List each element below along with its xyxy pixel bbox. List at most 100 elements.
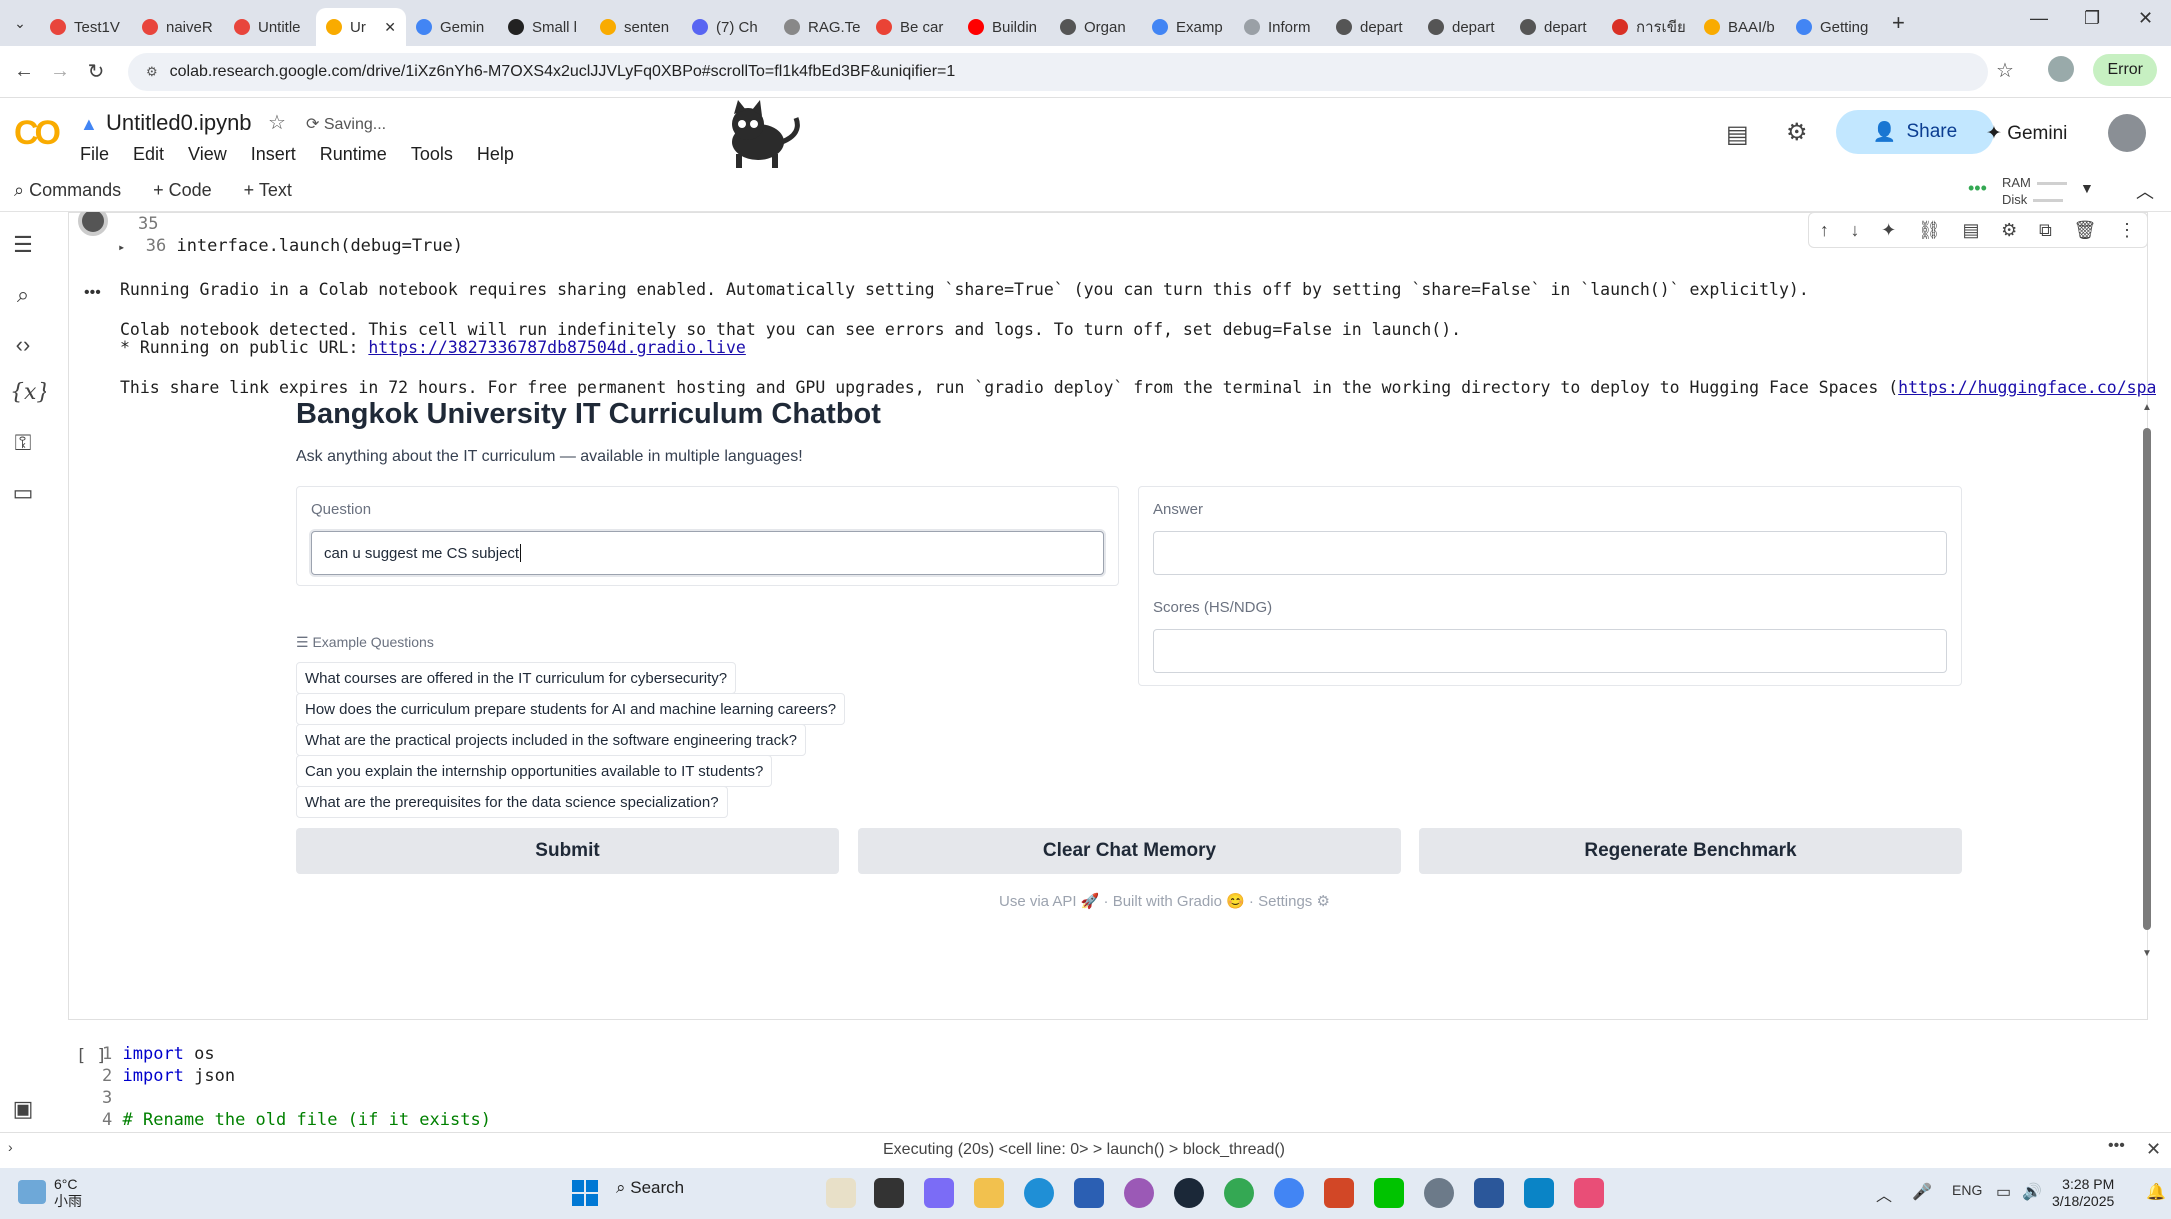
close-window-icon[interactable]: ✕ — [2138, 8, 2153, 29]
reload-icon[interactable]: ↻ — [78, 59, 114, 84]
taskbar-app-icon[interactable] — [826, 1178, 856, 1208]
notification-bell-icon[interactable]: 🔔 — [2146, 1182, 2166, 1202]
terminal-icon[interactable]: ▣ — [10, 1096, 36, 1122]
minimize-icon[interactable]: — — [2030, 8, 2048, 29]
edge-icon[interactable] — [1024, 1178, 1054, 1208]
browser-tab[interactable]: Gemin — [406, 8, 498, 46]
gemini-button[interactable]: ✦ Gemini — [1986, 122, 2067, 145]
line-icon[interactable] — [1374, 1178, 1404, 1208]
collapse-header-icon[interactable]: ︿ — [2136, 178, 2154, 204]
clear-chat-memory-button[interactable]: Clear Chat Memory — [858, 828, 1401, 874]
example-question-button[interactable]: What are the practical projects included… — [296, 724, 806, 756]
discord-icon[interactable] — [1124, 1178, 1154, 1208]
chrome-profile-icon[interactable] — [1274, 1178, 1304, 1208]
output-scrollbar[interactable]: ▲ ▼ — [2140, 402, 2154, 962]
secrets-key-icon[interactable]: ⚿ — [10, 430, 36, 456]
browser-tab[interactable]: Be car — [866, 8, 958, 46]
browser-tab[interactable]: BAAI/b — [1694, 8, 1786, 46]
example-question-button[interactable]: How does the curriculum prepare students… — [296, 693, 846, 725]
copilot-icon[interactable] — [924, 1178, 954, 1208]
other-app-icon[interactable] — [1574, 1178, 1604, 1208]
error-button[interactable]: Error — [2093, 54, 2157, 86]
example-question-button[interactable]: What are the prerequisites for the data … — [296, 786, 728, 818]
scrollbar-thumb[interactable] — [2143, 428, 2151, 930]
steam-icon[interactable] — [1174, 1178, 1204, 1208]
gemini-sparkle-icon[interactable]: ✦ — [1881, 220, 1896, 241]
move-down-icon[interactable]: ↓ — [1851, 220, 1860, 241]
bookmark-star-icon[interactable]: ☆ — [1996, 58, 2014, 83]
forward-icon[interactable]: → — [42, 60, 78, 83]
windows-start-icon[interactable] — [572, 1180, 598, 1206]
browser-tab[interactable]: Buildin — [958, 8, 1050, 46]
status-more-icon[interactable]: ••• — [2108, 1137, 2125, 1155]
runtime-dropdown-icon[interactable]: ▼ — [2080, 180, 2094, 196]
browser-tab[interactable]: RAG.Te — [774, 8, 866, 46]
browser-tab[interactable]: Small l — [498, 8, 590, 46]
browser-tab[interactable]: senten — [590, 8, 682, 46]
output-menu-icon[interactable]: ••• — [84, 284, 101, 302]
submit-button[interactable]: Submit — [296, 828, 839, 874]
new-tab-button[interactable]: + — [1892, 10, 1905, 36]
volume-icon[interactable]: 🔊 — [2022, 1182, 2042, 1202]
maximize-icon[interactable]: ❐ — [2084, 8, 2100, 29]
notebook-title[interactable]: Untitled0.ipynb — [106, 110, 252, 136]
weather-widget[interactable]: 6°C 小雨 — [54, 1176, 82, 1210]
menu-runtime[interactable]: Runtime — [320, 144, 387, 165]
example-question-button[interactable]: What courses are offered in the IT curri… — [296, 662, 737, 694]
browser-tab[interactable]: Getting — [1786, 8, 1878, 46]
settings-gear-icon[interactable]: ⚙ — [1786, 118, 1808, 147]
star-icon[interactable]: ☆ — [268, 110, 286, 135]
snipping-tool-icon[interactable] — [1524, 1178, 1554, 1208]
menu-insert[interactable]: Insert — [251, 144, 296, 165]
browser-tab[interactable]: depart — [1418, 8, 1510, 46]
code-snippets-icon[interactable]: ‹› — [10, 332, 36, 358]
move-up-icon[interactable]: ↑ — [1820, 220, 1829, 241]
notes-app-icon[interactable] — [1474, 1178, 1504, 1208]
menu-help[interactable]: Help — [477, 144, 514, 165]
cell-settings-icon[interactable]: ⚙ — [2001, 220, 2017, 241]
browser-tab[interactable]: Ur ✕ — [316, 8, 406, 46]
more-options-icon[interactable]: ⋮ — [2118, 220, 2136, 241]
status-expand-icon[interactable]: › — [8, 1139, 13, 1155]
tab-search-chevron-icon[interactable]: ⌄ — [0, 15, 40, 32]
menu-edit[interactable]: Edit — [133, 144, 164, 165]
mirror-cell-icon[interactable]: ⧉ — [2039, 220, 2052, 241]
ram-disk-indicator[interactable]: RAM Disk — [2002, 174, 2067, 208]
microphone-icon[interactable]: 🎤 — [1912, 1182, 1932, 1202]
settings-icon[interactable] — [1424, 1178, 1454, 1208]
table-of-contents-icon[interactable]: ☰ — [10, 232, 36, 258]
variables-icon[interactable]: {x} — [10, 380, 50, 405]
menu-view[interactable]: View — [188, 144, 227, 165]
profile-icon[interactable] — [2048, 56, 2074, 82]
runtime-status-icon[interactable]: ••• — [1968, 178, 1987, 199]
powerpoint-icon[interactable] — [1324, 1178, 1354, 1208]
taskbar-search[interactable]: ⌕ Search — [616, 1178, 684, 1198]
commands-button[interactable]: ⌕ Commands — [14, 180, 121, 201]
tray-overflow-icon[interactable]: ︿ — [1876, 1182, 1892, 1206]
url-field[interactable]: ⚙ colab.research.google.com/drive/1iXz6n… — [128, 52, 1988, 91]
example-question-button[interactable]: Can you explain the internship opportuni… — [296, 755, 773, 787]
browser-tab[interactable]: naiveR — [132, 8, 224, 46]
clock[interactable]: 3:28 PM 3/18/2025 — [2052, 1176, 2114, 1210]
regenerate-benchmark-button[interactable]: Regenerate Benchmark — [1419, 828, 1962, 874]
browser-tab[interactable]: Organ — [1050, 8, 1142, 46]
browser-tab[interactable]: Examp — [1142, 8, 1234, 46]
browser-tab[interactable]: Test1V — [40, 8, 132, 46]
task-view-icon[interactable] — [874, 1178, 904, 1208]
file-explorer-icon[interactable] — [974, 1178, 1004, 1208]
weather-icon[interactable] — [18, 1180, 46, 1204]
add-text-button[interactable]: + Text — [244, 180, 292, 201]
comment-icon[interactable]: ▤ — [1962, 220, 1979, 241]
scores-output[interactable] — [1153, 629, 1947, 673]
network-icon[interactable]: ▭ — [1996, 1182, 2011, 1202]
add-code-button[interactable]: + Code — [153, 180, 212, 201]
browser-tab[interactable]: depart — [1510, 8, 1602, 46]
store-icon[interactable] — [1074, 1178, 1104, 1208]
avatar[interactable] — [2108, 114, 2146, 152]
link-icon[interactable]: ⛓ — [1918, 220, 1941, 241]
menu-file[interactable]: File — [80, 144, 109, 165]
find-icon[interactable]: ⌕ — [10, 282, 36, 308]
input-language[interactable]: ENG — [1952, 1182, 1982, 1198]
answer-output[interactable] — [1153, 531, 1947, 575]
gradio-footer[interactable]: Use via API 🚀 · Built with Gradio 😊 · Se… — [999, 892, 1330, 910]
